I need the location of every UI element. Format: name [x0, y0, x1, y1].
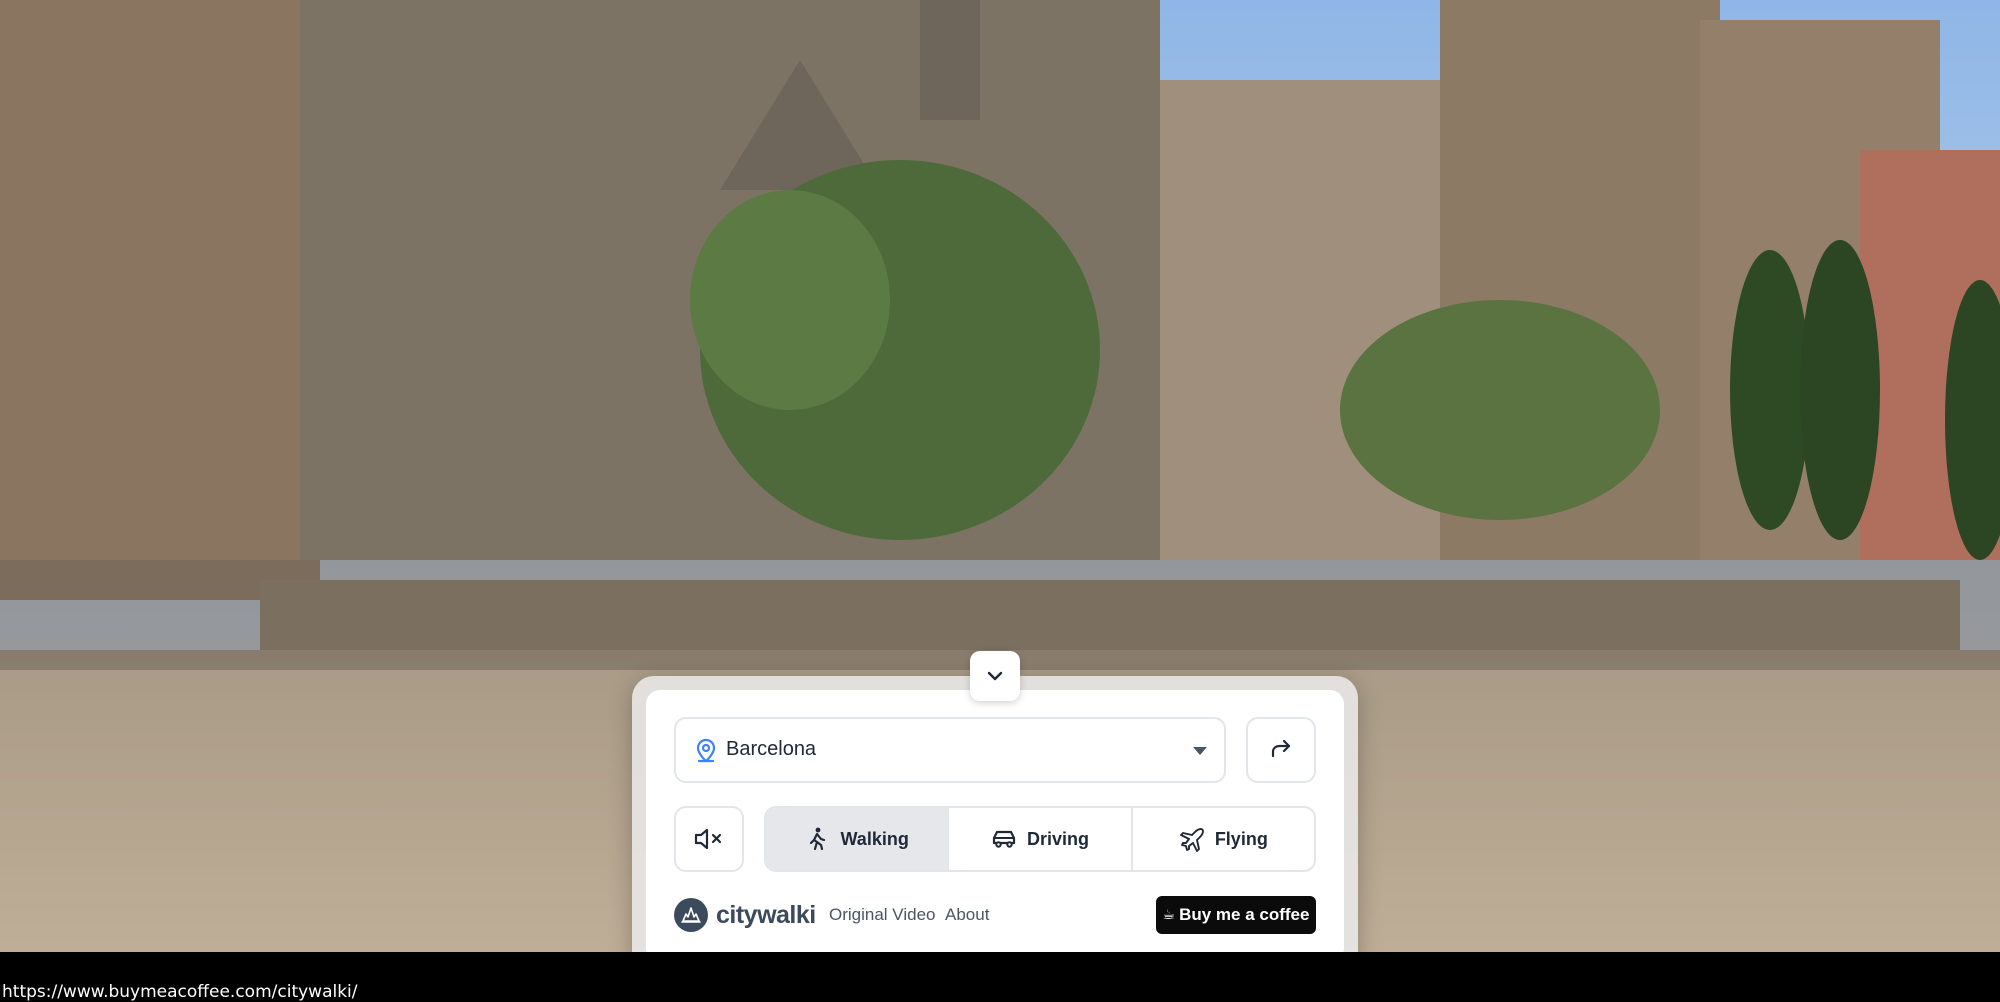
mode-walking-label: Walking — [840, 828, 909, 849]
citywalki-logo[interactable]: citywalki — [674, 898, 816, 932]
caret-down-icon — [1193, 747, 1207, 755]
chevron-down-icon — [987, 671, 1003, 681]
browser-status-bar: https://www.buymeacoffee.com/citywalki/ — [0, 952, 2000, 1002]
about-link[interactable]: About — [945, 905, 989, 925]
mute-button[interactable] — [674, 806, 744, 872]
skyline-icon — [681, 907, 701, 923]
brand-name: citywalki — [716, 900, 816, 929]
mode-flying[interactable]: Flying — [1133, 808, 1314, 870]
location-select[interactable]: Barcelona — [674, 717, 1226, 783]
mode-driving[interactable]: Driving — [949, 808, 1133, 870]
mode-driving-label: Driving — [1026, 828, 1089, 849]
map-pin-icon — [696, 738, 716, 763]
status-url: https://www.buymeacoffee.com/citywalki/ — [2, 982, 358, 1002]
plane-icon — [1179, 828, 1204, 852]
car-icon — [992, 830, 1016, 848]
buy-me-a-coffee-button[interactable]: ☕ Buy me a coffee — [1156, 896, 1316, 934]
share-button[interactable] — [1246, 717, 1316, 783]
travel-mode-tabs: Walking Driving Flying — [764, 806, 1316, 872]
volume-mute-icon — [694, 828, 722, 850]
coffee-button-label: Buy me a coffee — [1179, 905, 1310, 924]
location-value: Barcelona — [726, 738, 817, 760]
collapse-panel-button[interactable] — [970, 651, 1020, 701]
share-icon — [1271, 739, 1291, 758]
coffee-cup-icon: ☕ — [1162, 907, 1176, 923]
walking-person-icon — [810, 827, 826, 851]
mode-walking[interactable]: Walking — [766, 808, 950, 870]
mode-flying-label: Flying — [1214, 828, 1268, 849]
original-video-link[interactable]: Original Video — [829, 905, 935, 925]
logo-mark-icon — [674, 898, 708, 932]
